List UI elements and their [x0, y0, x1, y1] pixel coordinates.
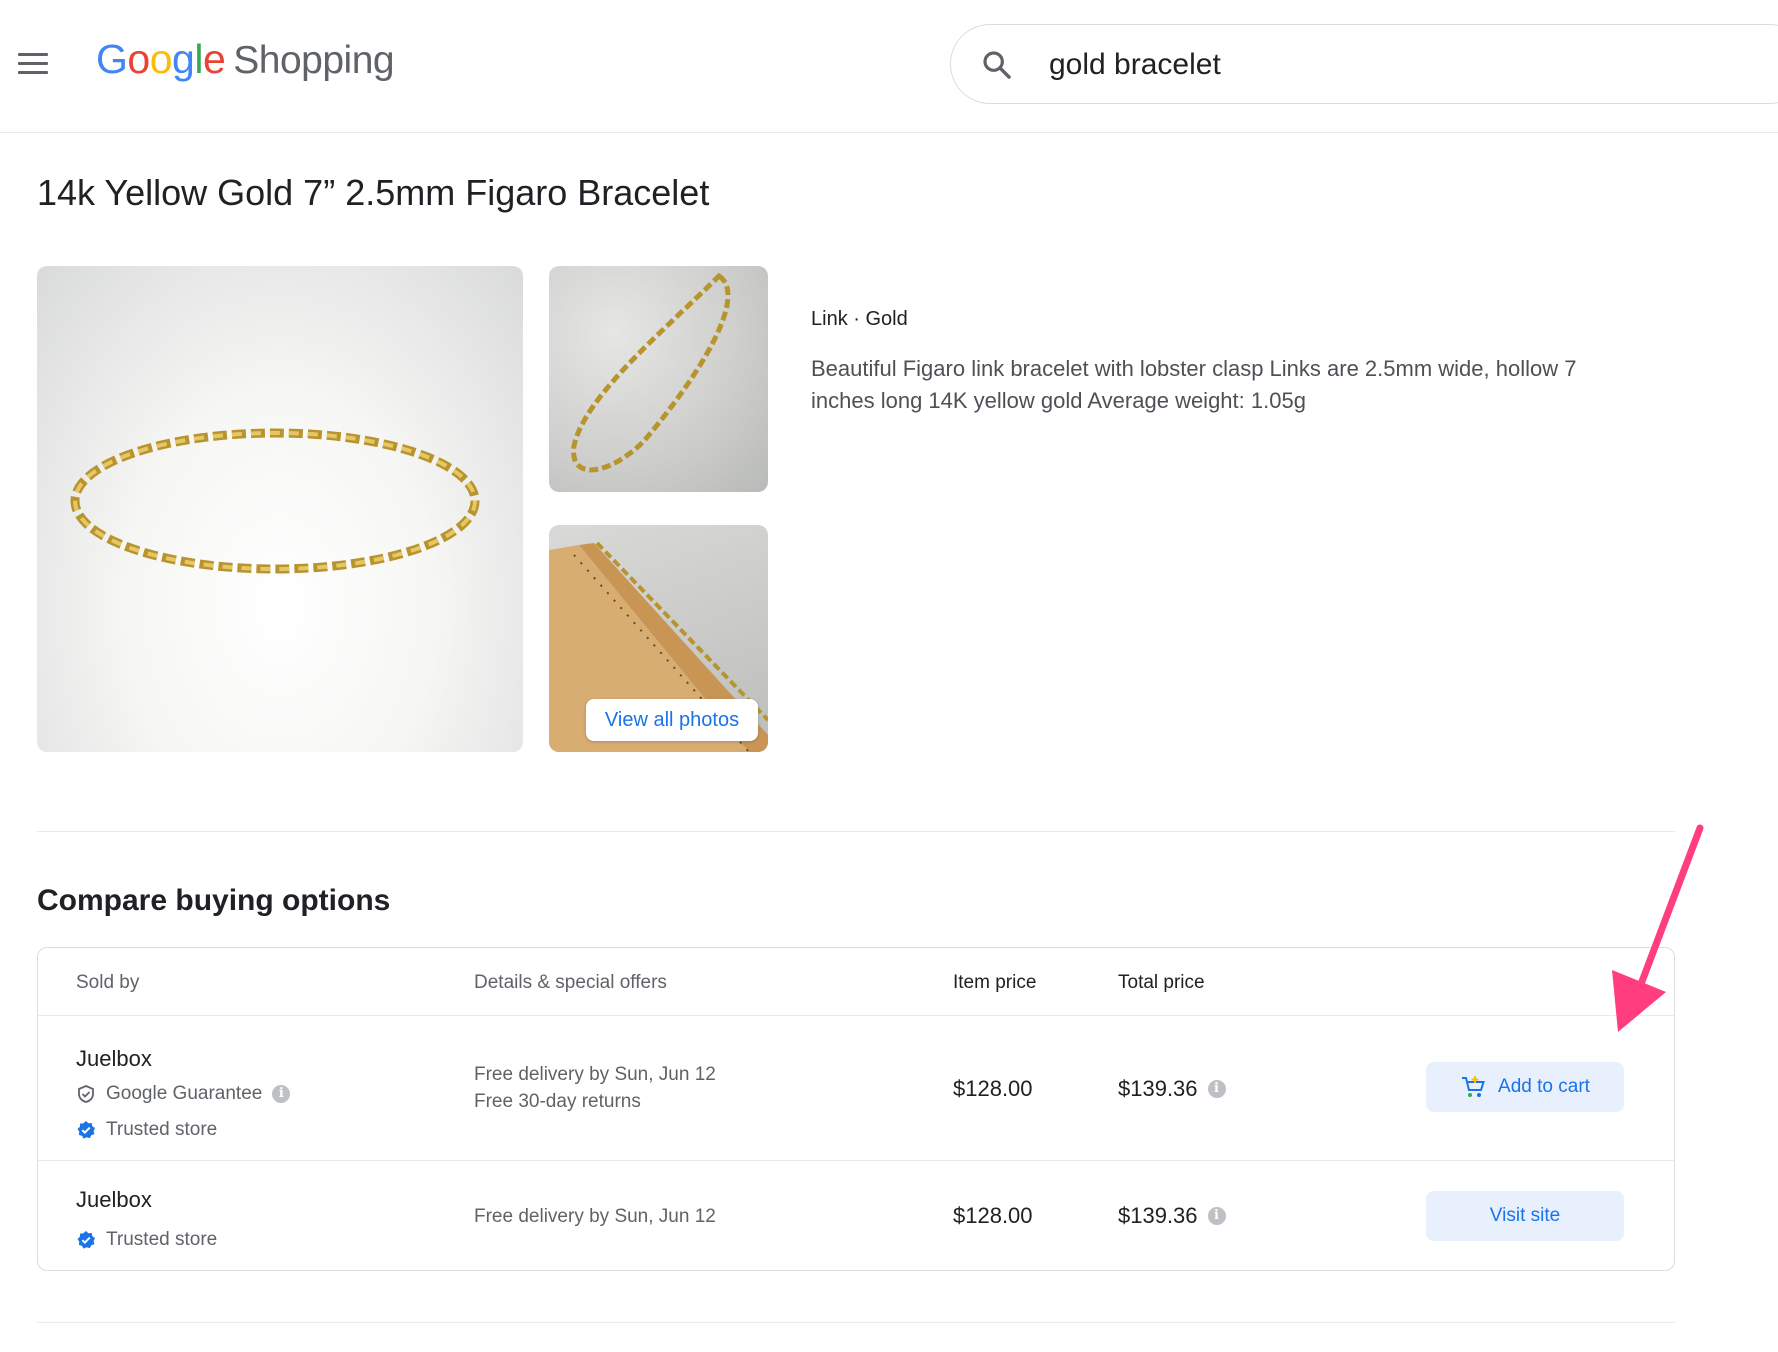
view-all-photos-button[interactable]: View all photos	[586, 699, 758, 741]
logo-product-name: Shopping	[233, 39, 395, 82]
google-guarantee-label: Google Guarantee	[106, 1083, 263, 1104]
google-shopping-logo[interactable]: Google Shopping	[96, 36, 395, 92]
logo-letter: l	[194, 36, 203, 82]
column-header-total-price: Total price	[1118, 972, 1205, 993]
row-divider	[38, 1015, 1674, 1016]
delivery-text: Free delivery by Sun, Jun 12	[474, 1064, 716, 1085]
delivery-text: Free delivery by Sun, Jun 12	[474, 1206, 716, 1227]
search-input[interactable]	[1049, 43, 1749, 87]
google-guarantee-badge: Google Guarantee i	[76, 1083, 291, 1105]
trusted-store-label: Trusted store	[106, 1119, 218, 1140]
add-to-cart-label: Add to cart	[1498, 1076, 1590, 1097]
info-icon[interactable]: i	[1207, 1080, 1226, 1098]
verified-icon	[76, 1230, 96, 1250]
product-attributes: Link · Gold	[811, 308, 908, 330]
search-icon[interactable]	[981, 49, 1013, 81]
product-thumbnail[interactable]	[549, 266, 768, 492]
trusted-store-label: Trusted store	[106, 1229, 218, 1250]
trusted-store-badge: Trusted store	[76, 1119, 217, 1141]
column-header-item-price: Item price	[953, 972, 1037, 993]
bracelet-thumbnail-image	[571, 272, 731, 473]
total-price: $139.36 i	[1118, 1076, 1226, 1102]
menu-icon[interactable]	[14, 44, 52, 82]
logo-letter: o	[149, 36, 173, 82]
info-icon[interactable]: i	[272, 1085, 291, 1103]
cart-icon	[1462, 1076, 1485, 1097]
total-price: $139.36 i	[1118, 1203, 1226, 1229]
product-description: Beautiful Figaro link bracelet with lobs…	[811, 356, 1577, 413]
bracelet-image	[70, 428, 480, 574]
header: Google Shopping	[0, 0, 1778, 133]
visit-site-button[interactable]: Visit site	[1426, 1191, 1624, 1241]
logo-letter: e	[202, 36, 226, 82]
product-thumbnail[interactable]: View all photos	[549, 525, 768, 752]
divider	[37, 1322, 1675, 1323]
logo-letter: g	[172, 36, 195, 82]
search-bar[interactable]	[950, 24, 1778, 104]
logo-letter: G	[96, 36, 128, 82]
divider	[37, 831, 1675, 832]
offer-details: Free delivery by Sun, Jun 12 Free 30-day…	[474, 1061, 716, 1115]
item-price: $128.00	[953, 1203, 1033, 1228]
returns-text: Free 30-day returns	[474, 1091, 641, 1112]
seller-name[interactable]: Juelbox	[76, 1046, 152, 1072]
column-header-sold-by: Sold by	[76, 972, 140, 993]
compare-title: Compare buying options	[37, 884, 391, 917]
trusted-store-badge: Trusted store	[76, 1229, 217, 1251]
product-main-image[interactable]	[37, 266, 523, 752]
offer-details: Free delivery by Sun, Jun 12	[474, 1203, 716, 1230]
column-header-details: Details & special offers	[474, 972, 667, 993]
info-icon[interactable]: i	[1207, 1207, 1226, 1225]
offers-table: Sold by Details & special offers Item pr…	[37, 947, 1675, 1271]
total-price-value: $139.36	[1118, 1076, 1198, 1101]
item-price: $128.00	[953, 1076, 1033, 1101]
total-price-value: $139.36	[1118, 1203, 1198, 1228]
logo-letter: o	[127, 36, 150, 82]
add-to-cart-button[interactable]: Add to cart	[1426, 1062, 1624, 1112]
shield-check-icon	[76, 1084, 96, 1104]
seller-name[interactable]: Juelbox	[76, 1187, 152, 1213]
product-title: 14k Yellow Gold 7” 2.5mm Figaro Bracelet	[37, 172, 710, 213]
row-divider	[38, 1160, 1674, 1161]
verified-icon	[76, 1120, 96, 1140]
